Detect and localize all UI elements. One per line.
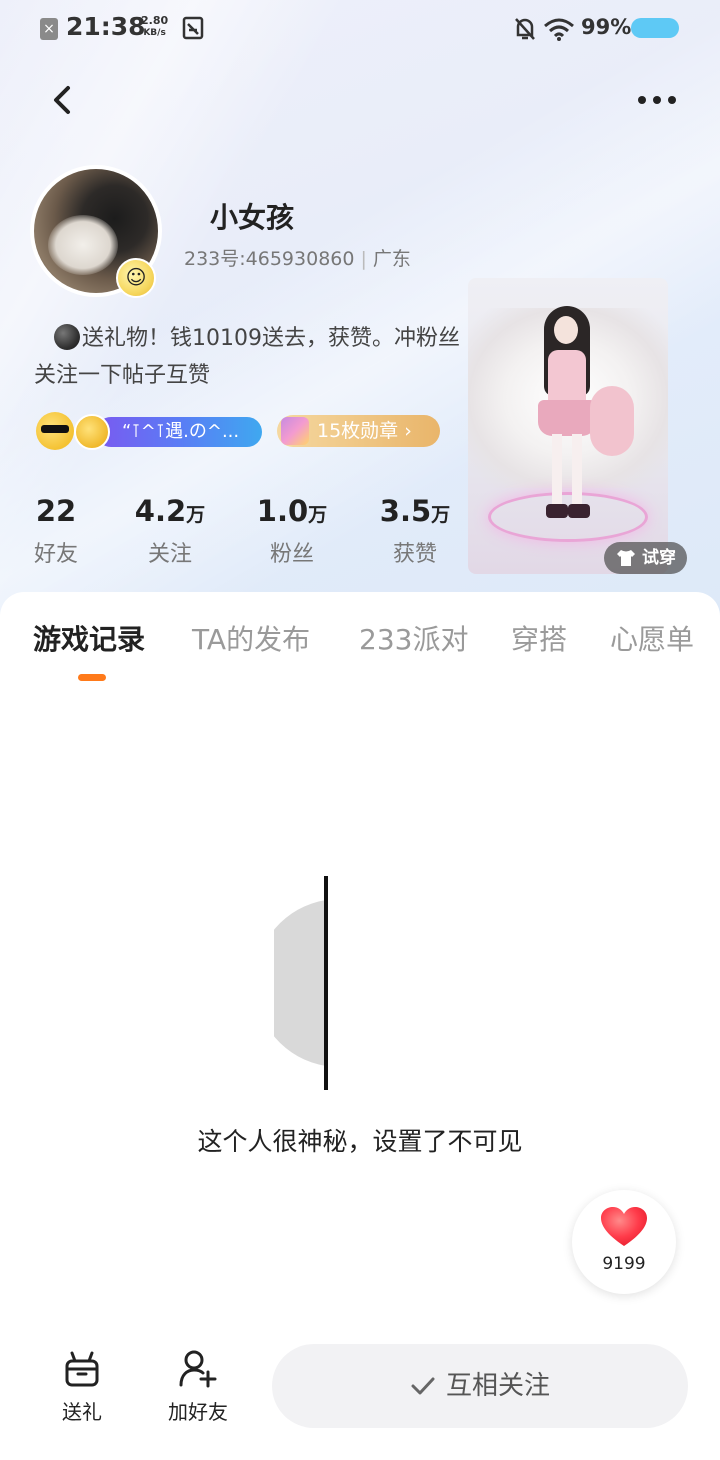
network-speed-value: 2.80 (141, 14, 169, 27)
empty-state-message: 这个人很神秘，设置了不可见 (197, 1127, 523, 1156)
title-tag[interactable]: “⊺^⊺遇.の^... (96, 417, 262, 447)
battery-percent: 99% (581, 15, 632, 39)
like-count: 9199 (602, 1254, 646, 1274)
sim-icon (182, 16, 204, 40)
stat-friends[interactable]: 22 好友 (1, 494, 111, 568)
more-options-button[interactable] (630, 88, 684, 112)
network-speed-unit: KB/s (143, 28, 166, 38)
gift-label: 送礼 (62, 1400, 102, 1424)
stat-following[interactable]: 4.2万 关注 (115, 494, 225, 568)
stat-value: 22 (35, 494, 77, 528)
add-friend-label: 加好友 (168, 1400, 228, 1424)
user-region: 广东 (372, 248, 411, 270)
try-on-label: 试穿 (642, 548, 676, 568)
stat-value: 3.5 (379, 494, 432, 528)
meta-divider: | (360, 248, 367, 270)
stat-value: 1.0 (256, 494, 309, 528)
tab-bar: 游戏记录 TA的发布 233派对 穿搭 心愿单 (0, 592, 720, 684)
avatar-shoe (568, 504, 590, 518)
tab-outfits[interactable]: 穿搭 (511, 618, 567, 658)
stat-label: 粉丝 (269, 542, 314, 567)
username: 小女孩 (210, 201, 295, 234)
starstruck-emoji-icon (74, 414, 110, 450)
status-time: 21:38 (66, 12, 146, 41)
avatar-face (554, 316, 578, 344)
network-speed: 2.80 KB/s (141, 15, 168, 39)
back-button[interactable] (44, 80, 84, 120)
tab-wishlist[interactable]: 心愿单 (610, 618, 694, 658)
stat-unit: 万 (431, 504, 451, 526)
stat-likes[interactable]: 3.5万 获赞 (360, 494, 470, 568)
wifi-icon (544, 18, 574, 41)
add-friend-button[interactable]: 加好友 (153, 1348, 243, 1425)
shirt-icon (617, 550, 635, 566)
gift-icon (65, 1351, 99, 1387)
bio-text: 送礼物！钱10109送去，获赞。冲粉丝关注一下帖子互赞 (34, 326, 460, 388)
like-button[interactable]: 9199 (572, 1190, 676, 1294)
stat-followers[interactable]: 1.0万 粉丝 (237, 494, 347, 568)
avatar-photo-dog (48, 215, 118, 275)
tab-game-records[interactable]: 游戏记录 (33, 618, 145, 658)
stat-unit: 万 (308, 504, 328, 526)
stat-label: 好友 (33, 542, 78, 567)
avatar-leg (552, 434, 562, 506)
avatar-platform-ring (488, 492, 648, 542)
user-id[interactable]: 233号:465930860 (184, 248, 354, 270)
tab-posts[interactable]: TA的发布 (192, 618, 310, 658)
character-avatar-image[interactable] (468, 278, 668, 574)
battery-icon (631, 18, 679, 38)
mutual-follow-button[interactable]: 互相关注 (272, 1344, 688, 1428)
status-bar: × 21:38 2.80 KB/s 99% (0, 0, 720, 58)
avatar-skirt (538, 400, 596, 436)
gift-button[interactable]: 送礼 (37, 1348, 127, 1425)
stat-label: 关注 (147, 542, 192, 567)
stats-row: 22 好友 4.2万 关注 1.0万 粉丝 3.5万 获赞 (0, 494, 470, 584)
medals-label: 15枚勋章 › (317, 420, 412, 442)
mutual-follow-label: 互相关注 (445, 1371, 550, 1401)
stat-label: 获赞 (392, 542, 437, 567)
smiley-emoji-icon: ☺ (116, 258, 156, 298)
try-on-button[interactable]: 试穿 (604, 542, 687, 574)
heart-icon (601, 1207, 647, 1246)
avatar-leg (572, 434, 582, 506)
bio: 送礼物！钱10109送去，获赞。冲粉丝关注一下帖子互赞 (34, 320, 474, 394)
sunglasses-emoji-icon (36, 412, 74, 450)
private-content-illustration (274, 876, 328, 1090)
tab-233-party[interactable]: 233派对 (359, 618, 468, 658)
user-meta: 233号:465930860 | 广东 (184, 244, 411, 271)
bell-off-icon (515, 18, 535, 40)
notification-x-icon: × (40, 18, 58, 40)
stat-value: 4.2 (134, 494, 187, 528)
title-tag-text: “⊺^⊺遇.の^... (122, 421, 240, 442)
add-user-icon (179, 1350, 217, 1388)
avatar-bunny-plush (590, 386, 634, 456)
bottom-action-bar: 送礼 加好友 互相关注 (0, 1330, 720, 1460)
bio-dark-emoji-icon (54, 324, 80, 350)
stat-unit: 万 (186, 504, 206, 526)
avatar-shoe (546, 504, 568, 518)
check-icon (411, 1377, 435, 1395)
active-tab-indicator (78, 674, 106, 681)
medal-icon (281, 417, 309, 445)
